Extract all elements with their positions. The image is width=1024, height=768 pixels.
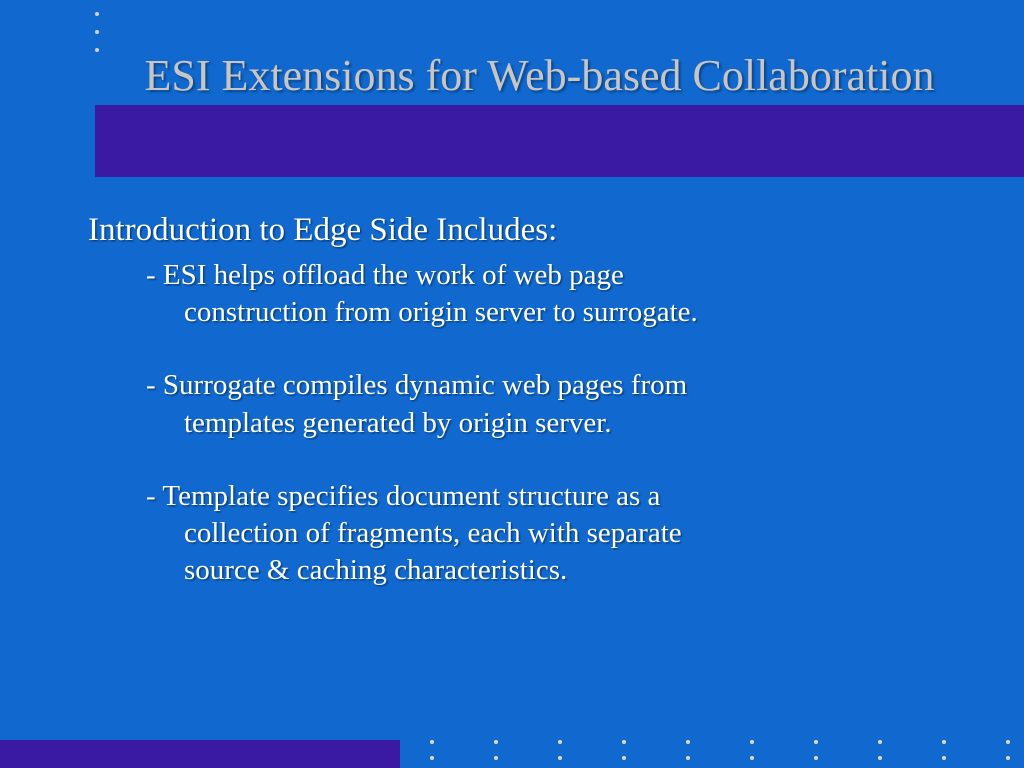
bullet-text: ESI helps offload the work of web page [163,259,624,291]
slide-title: ESI Extensions for Web-based Collaborati… [95,46,984,105]
list-item: - ESI helps offload the work of web page… [146,257,964,331]
bullet-text-cont: templates generated by origin server. [146,405,964,442]
bullet-text: Surrogate compiles dynamic web pages fro… [163,369,687,401]
list-item: - Surrogate compiles dynamic web pages f… [146,367,964,441]
bullet-dash: - [146,259,163,291]
bullet-dash: - [146,480,162,512]
list-item: - Template specifies document structure … [146,478,964,589]
decorative-dots-bottom [430,740,1010,760]
bullet-text-cont: collection of fragments, each with separ… [146,515,964,552]
slide-body: Introduction to Edge Side Includes: - ES… [88,210,964,589]
footer-accent-bar [0,740,400,768]
bullet-text-cont: source & caching characteristics. [146,552,964,589]
bullet-dash: - [146,369,163,401]
title-accent-bar [95,105,1024,177]
bullet-text-cont: construction from origin server to surro… [146,294,964,331]
bullet-list: - ESI helps offload the work of web page… [88,257,964,589]
bullet-text: Template specifies document structure as… [162,480,660,512]
intro-heading: Introduction to Edge Side Includes: [88,210,964,251]
